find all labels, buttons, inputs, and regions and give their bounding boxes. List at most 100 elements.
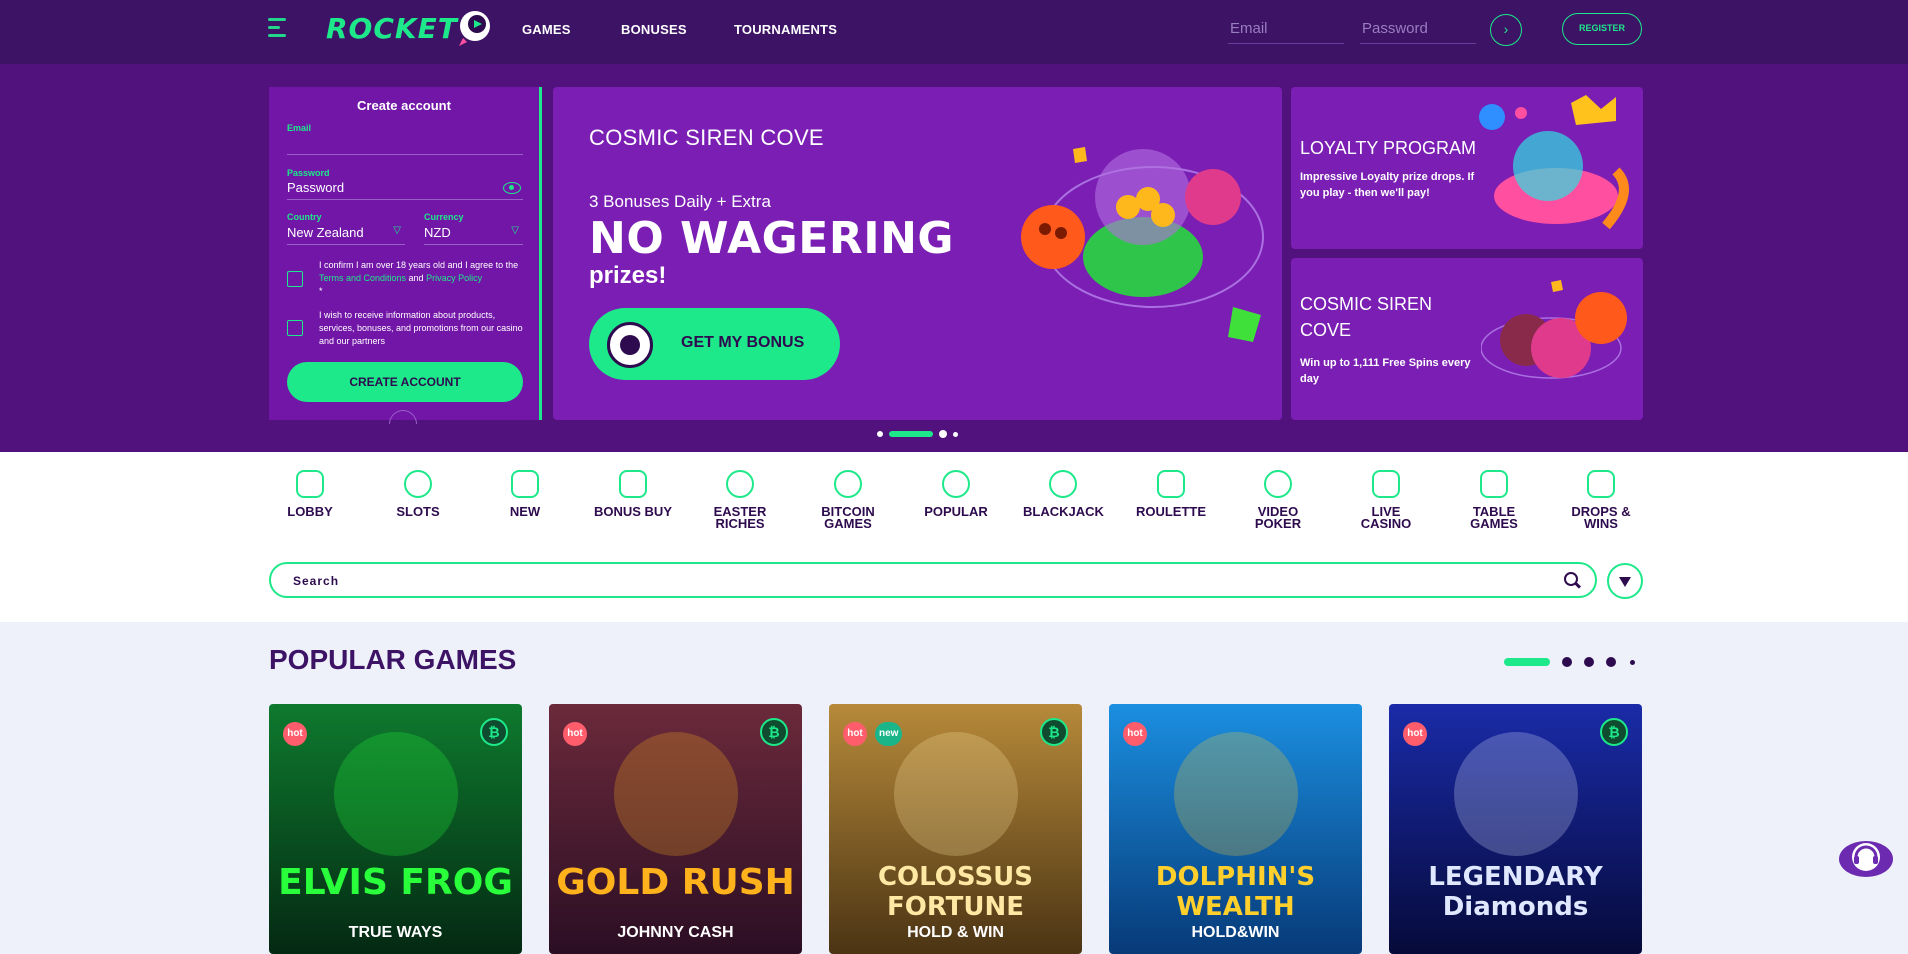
search-input[interactable]: Search [269, 562, 1597, 598]
astronaut-icon [607, 322, 653, 368]
bitcoin-icon: ₿ [760, 718, 788, 746]
main-promo-banner[interactable]: COSMIC SIREN COVE 3 Bonuses Daily + Extr… [553, 87, 1282, 420]
new-icon [511, 470, 539, 498]
slider-dot[interactable] [1606, 657, 1616, 667]
banner-title: COSMIC SIREN COVE [589, 125, 824, 150]
password-placeholder: Password [287, 180, 345, 195]
header-password-input[interactable] [1360, 14, 1476, 44]
marketing-checkbox[interactable] [287, 320, 303, 336]
category-bitcoin-games[interactable]: BITCOIN GAMES [808, 470, 888, 530]
top-header: ROCKET GAMES BONUSES TOURNAMENTS › REGIS… [0, 0, 1908, 64]
email-label: Email [287, 123, 312, 133]
country-value: New Zealand [287, 225, 364, 240]
get-bonus-button[interactable]: GET MY BONUS [589, 308, 840, 380]
category-drops-wins[interactable]: DROPS & WINS [1561, 470, 1641, 530]
register-button[interactable]: REGISTER [1562, 13, 1642, 45]
category-lobby[interactable]: LOBBY [270, 470, 350, 518]
game-tile[interactable]: hot DOLPHIN'S WEALTH HOLD&WIN [1109, 704, 1362, 954]
chevron-down-icon: ▽ [393, 225, 401, 236]
brand-logo[interactable]: ROCKET [326, 12, 458, 45]
age-checkbox[interactable] [287, 271, 303, 287]
category-label: ROULETTE [1135, 504, 1207, 519]
filter-button[interactable] [1607, 563, 1643, 599]
nav-tournaments[interactable]: TOURNAMENTS [734, 22, 837, 37]
hot-badge: hot [843, 722, 867, 746]
category-easter-riches[interactable]: EASTER RICHES [700, 470, 780, 530]
hot-badge: hot [1403, 722, 1427, 746]
bitcoin-icon: ₿ [1040, 718, 1068, 746]
menu-icon[interactable] [268, 18, 286, 38]
slider-dot[interactable] [877, 431, 883, 437]
currency-select[interactable]: NZD ▽ [424, 225, 523, 245]
banner-prizes: prizes! [589, 262, 667, 289]
and-text: and [406, 273, 427, 283]
category-popular[interactable]: POPULAR [916, 470, 996, 518]
drops-wins-icon [1587, 470, 1615, 498]
game-tile[interactable]: hot ₿ LEGENDARY Diamonds [1389, 704, 1642, 954]
nav-bonuses[interactable]: BONUSES [621, 22, 687, 37]
slider-dot[interactable] [1562, 657, 1572, 667]
terms-link[interactable]: Terms and Conditions [319, 273, 406, 283]
category-bonus-buy[interactable]: BONUS BUY [593, 470, 673, 518]
game-title: DOLPHIN'S WEALTH [1155, 862, 1316, 922]
category-label: LIVE CASINO [1360, 504, 1412, 531]
popular-slider-dots[interactable] [1504, 657, 1644, 667]
slider-dot[interactable] [1630, 660, 1635, 665]
banner-headline: NO WAGERING [589, 213, 955, 264]
hot-badge: hot [1123, 722, 1147, 746]
popular-games-title: POPULAR GAMES [269, 644, 517, 675]
category-label: POPULAR [924, 504, 988, 519]
country-select[interactable]: New Zealand ▽ [287, 225, 405, 245]
slider-dot[interactable] [1584, 657, 1594, 667]
new-badge: new [875, 722, 903, 746]
game-title: LEGENDARY Diamonds [1428, 862, 1603, 922]
loyalty-title: LOYALTY PROGRAM [1300, 138, 1477, 158]
slider-dot-active[interactable] [1504, 658, 1550, 666]
loyalty-card[interactable]: LOYALTY PROGRAM Impressive Loyalty prize… [1291, 87, 1643, 249]
game-tile[interactable]: hot ₿ ELVIS FROG TRUE WAYS [269, 704, 522, 954]
privacy-link[interactable]: Privacy Policy [426, 273, 482, 283]
game-tile[interactable]: hot ₿ GOLD RUSH JOHNNY CASH [549, 704, 802, 954]
support-chat-icon[interactable] [1838, 833, 1894, 881]
cosmic-siren-card[interactable]: COSMIC SIREN COVE Win up to 1,111 Free S… [1291, 258, 1643, 420]
slider-dot[interactable] [953, 432, 958, 437]
category-roulette[interactable]: ROULETTE [1131, 470, 1211, 518]
slider-dot[interactable] [939, 430, 947, 438]
age-consent-text: I confirm I am over 18 years old and I a… [319, 259, 529, 298]
eye-icon[interactable] [503, 182, 521, 194]
signup-password-field[interactable]: Password [287, 180, 523, 200]
category-table-games[interactable]: TABLE GAMES [1454, 470, 1534, 530]
banner-subtitle: 3 Bonuses Daily + Extra [589, 192, 771, 211]
login-submit-button[interactable]: › [1490, 14, 1522, 46]
turtle-planet-illustration [1021, 147, 1264, 342]
category-blackjack[interactable]: BLACKJACK [1023, 470, 1104, 518]
easter-egg-icon [726, 470, 754, 498]
cosmic-card-title: COSMIC SIREN COVE [1300, 294, 1433, 340]
country-label: Country [287, 212, 322, 222]
category-label: LOBBY [287, 504, 333, 519]
slider-dot-active[interactable] [889, 431, 933, 437]
game-tile[interactable]: hot new ₿ COLOSSUS FORTUNE HOLD & WIN [829, 704, 1082, 954]
hot-badge: hot [283, 722, 307, 746]
nav-games[interactable]: GAMES [522, 22, 571, 37]
game-subtitle: HOLD&WIN [1191, 924, 1280, 941]
category-label: DROPS & WINS [1571, 504, 1631, 531]
currency-label: Currency [424, 212, 464, 222]
category-video-poker[interactable]: VIDEO POKER [1238, 470, 1318, 530]
category-new[interactable]: NEW [485, 470, 565, 518]
astronaut-mascot-icon [459, 11, 490, 46]
signup-email-field[interactable] [287, 135, 523, 155]
header-email-input[interactable] [1228, 14, 1344, 44]
hero-slider-dots[interactable] [877, 429, 997, 439]
create-account-button[interactable]: CREATE ACCOUNT [287, 362, 523, 402]
game-subtitle: JOHNNY CASH [617, 924, 734, 941]
cosmic-card-desc: Win up to 1,111 Free Spins every day [1300, 357, 1471, 385]
live-casino-icon [1372, 470, 1400, 498]
search-icon[interactable] [1564, 572, 1578, 586]
category-label: NEW [509, 504, 541, 519]
category-live-casino[interactable]: LIVE CASINO [1346, 470, 1426, 530]
hot-badge: hot [563, 722, 587, 746]
bonus-buy-icon [619, 470, 647, 498]
bitcoin-icon [834, 470, 862, 498]
category-slots[interactable]: SLOTS [378, 470, 458, 518]
